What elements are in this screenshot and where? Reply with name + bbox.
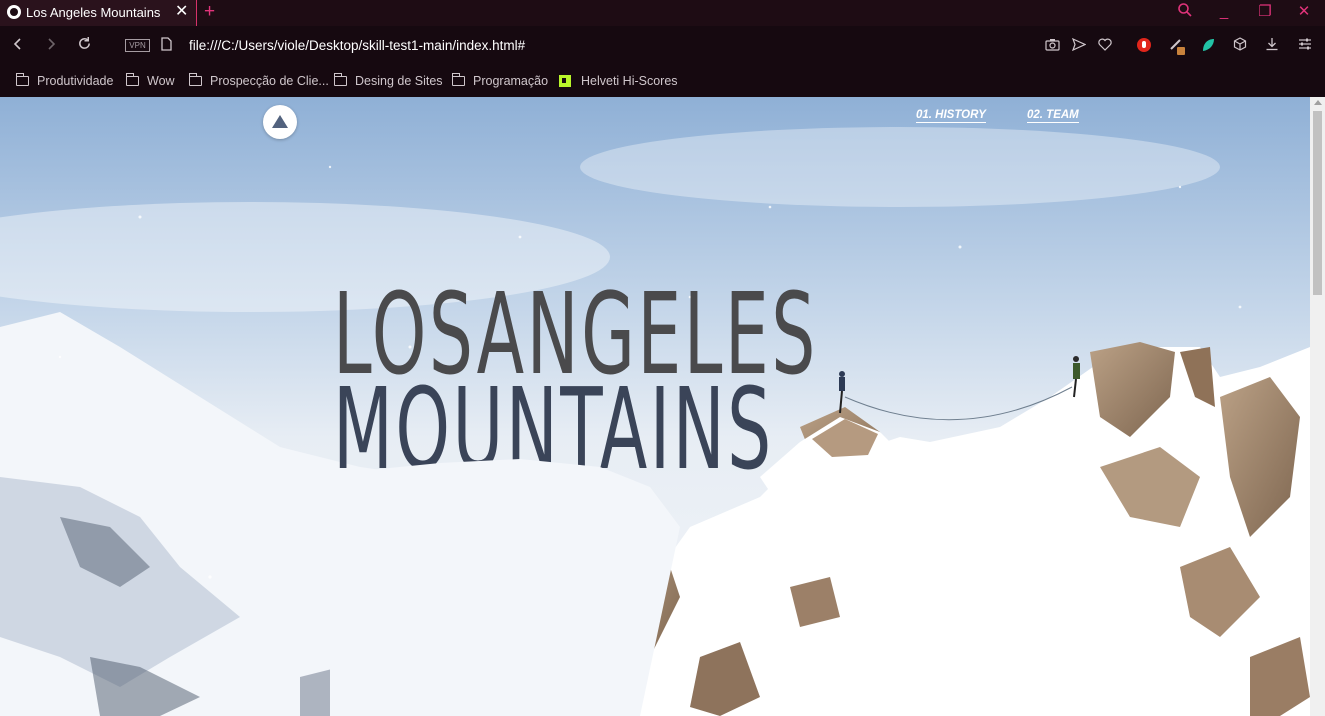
browser-window: Los Angeles Mountains ✕ + _ ❐ ✕ VPN file… — [0, 0, 1325, 716]
bookmarks-bar: Produtividade Wow Prospecção de Clie... … — [0, 66, 1325, 97]
bookmark-label: Prospecção de Clie... — [210, 74, 329, 88]
restore-icon[interactable]: ❐ — [1254, 2, 1276, 22]
page-scrollbar[interactable] — [1310, 97, 1325, 716]
folder-icon — [334, 73, 347, 86]
easy-setup-icon[interactable] — [1296, 37, 1314, 55]
bookmark-label: Produtividade — [37, 74, 114, 88]
hero-title-bottom: MOUNTAINS — [333, 365, 774, 495]
download-icon[interactable] — [1263, 37, 1281, 55]
snapshot-icon[interactable] — [1043, 37, 1061, 55]
bookmark-folder-desing[interactable]: Desing de Sites — [334, 72, 443, 90]
reload-icon[interactable] — [74, 36, 94, 56]
extensions-cube-icon[interactable] — [1231, 37, 1249, 55]
nav-link-team[interactable]: 02. TEAM — [1027, 109, 1079, 123]
folder-icon — [452, 73, 465, 86]
site-logo[interactable] — [263, 105, 297, 139]
send-icon[interactable] — [1070, 37, 1088, 55]
back-icon[interactable] — [8, 36, 28, 56]
extension-tool-icon[interactable] — [1168, 37, 1186, 55]
nav-link-history[interactable]: 01. HISTORY — [916, 109, 986, 123]
bookmark-folder-programacao[interactable]: Programação — [452, 72, 548, 90]
extension-leaf-icon[interactable] — [1199, 37, 1217, 55]
page-file-icon — [157, 37, 175, 55]
bookmark-folder-wow[interactable]: Wow — [126, 72, 175, 90]
tab-active[interactable]: Los Angeles Mountains ✕ — [0, 0, 197, 26]
bookmark-label: Programação — [473, 74, 549, 88]
bookmark-label: Desing de Sites — [355, 74, 443, 88]
globe-icon — [7, 5, 21, 19]
address-bar-row: VPN file:///C:/Users/viole/Desktop/skill… — [0, 26, 1325, 66]
scroll-thumb[interactable] — [1313, 111, 1322, 295]
new-tab-icon[interactable]: + — [204, 1, 215, 23]
tab-bar: Los Angeles Mountains ✕ + _ ❐ ✕ — [0, 0, 1325, 26]
mountain-logo-icon — [272, 115, 288, 128]
close-window-icon[interactable]: ✕ — [1293, 2, 1315, 22]
folder-icon — [16, 73, 29, 86]
minimize-icon[interactable]: _ — [1213, 2, 1235, 22]
close-tab-icon[interactable]: ✕ — [175, 3, 188, 21]
hero-title-top: LOSANGELES — [333, 270, 818, 400]
url-field[interactable]: file:///C:/Users/viole/Desktop/skill-tes… — [189, 38, 525, 53]
folder-icon — [126, 73, 139, 86]
heart-icon[interactable] — [1096, 37, 1114, 55]
bookmark-helveti[interactable]: Helveti Hi-Scores — [559, 72, 678, 90]
web-page: 01. HISTORY 02. TEAM LOSANGELES MOUNTAIN… — [0, 97, 1310, 716]
bookmark-folder-prospeccao[interactable]: Prospecção de Clie... — [189, 72, 329, 90]
site-icon — [559, 75, 571, 87]
folder-icon — [189, 73, 202, 86]
forward-icon[interactable] — [41, 36, 61, 56]
vpn-badge[interactable]: VPN — [125, 39, 150, 52]
tab-title: Los Angeles Mountains — [26, 5, 161, 20]
scroll-up-icon[interactable] — [1314, 100, 1322, 105]
bookmark-label: Wow — [147, 74, 175, 88]
adblock-icon[interactable] — [1135, 37, 1153, 55]
search-tabs-icon[interactable] — [1174, 2, 1196, 22]
bookmark-folder-produtividade[interactable]: Produtividade — [16, 72, 113, 90]
bookmark-label: Helveti Hi-Scores — [581, 74, 678, 88]
